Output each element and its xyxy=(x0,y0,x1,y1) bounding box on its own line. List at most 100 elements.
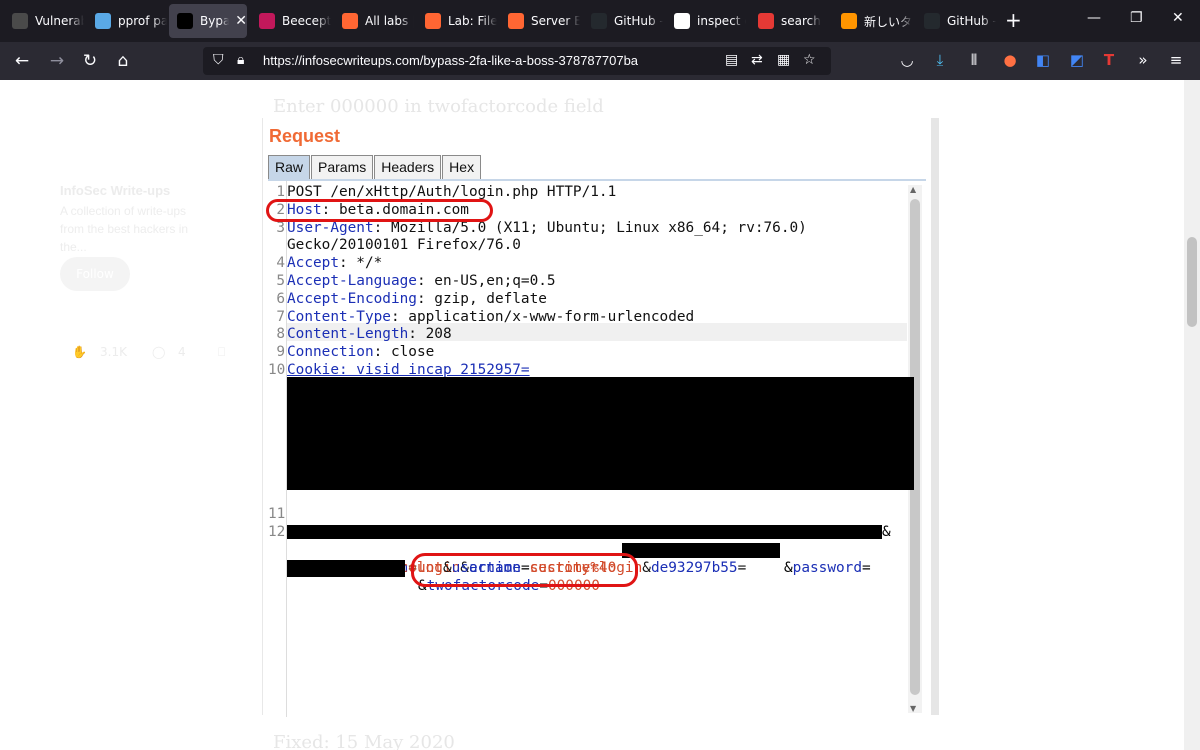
reader-view-icon[interactable]: ▤ xyxy=(725,52,738,68)
line-number: 7 xyxy=(276,308,285,325)
tab-favicon-icon xyxy=(508,13,524,29)
request-body-line: redirect=myaccount&username=secrity%40 xyxy=(268,541,616,576)
header-value: : 208 xyxy=(408,326,452,343)
browser-tab[interactable]: Beecept xyxy=(251,4,331,38)
minimize-icon[interactable]: — xyxy=(1087,10,1101,26)
browser-tab[interactable]: search xyxy=(750,4,830,38)
home-icon[interactable]: ⌂ xyxy=(112,51,134,71)
restore-icon[interactable]: ❐ xyxy=(1130,10,1143,26)
tab-favicon-icon xyxy=(924,13,940,29)
line-content: Gecko/20100101 Firefox/76.0 xyxy=(287,236,521,254)
header-value: : visid_incap_2152957= xyxy=(338,362,530,378)
page-scrollbar[interactable] xyxy=(1184,80,1200,750)
browser-tab[interactable]: Lab: File xyxy=(417,4,497,38)
qr-code-icon[interactable]: ▦ xyxy=(777,52,790,68)
request-tab[interactable]: Headers xyxy=(374,155,442,179)
page-scrollbar-thumb[interactable] xyxy=(1187,237,1197,327)
extensions-icon[interactable]: » xyxy=(1133,51,1153,69)
request-heading: Request xyxy=(269,126,341,146)
redacted-cookie-block xyxy=(287,377,914,490)
clap-icon[interactable]: ✋ xyxy=(72,345,87,359)
url-text[interactable]: https://infosecwriteups.com/bypass-2fa-l… xyxy=(263,53,638,68)
redacted-value xyxy=(287,525,882,539)
follow-button[interactable]: Follow xyxy=(60,257,130,291)
extension-translate-icon[interactable]: ◧ xyxy=(1033,51,1053,69)
param-key: password xyxy=(792,560,862,576)
downloads-icon[interactable]: ⤓ xyxy=(930,51,950,69)
request-line: 11 xyxy=(268,487,337,522)
tab-title: Beecept xyxy=(282,14,331,28)
extension-t-icon[interactable]: T xyxy=(1099,51,1119,69)
header-value: : close xyxy=(373,344,435,361)
line-content: Accept: */* xyxy=(287,254,382,272)
publication-name[interactable]: InfoSec Write-ups xyxy=(60,183,170,198)
browser-tab[interactable]: Vulnerab xyxy=(4,4,84,38)
browser-tab[interactable]: Server Er xyxy=(500,4,580,38)
tab-title: All labs | xyxy=(365,14,414,28)
menu-icon[interactable]: ≡ xyxy=(1166,51,1186,69)
param-key: de93297b55 xyxy=(650,560,738,576)
translate-icon[interactable]: ⇄ xyxy=(751,52,763,68)
publication-description: A collection of write-ups from the best … xyxy=(60,204,189,254)
new-tab-button[interactable]: + xyxy=(1005,9,1022,31)
extension-text-icon[interactable]: ◩ xyxy=(1067,51,1087,69)
tab-favicon-icon xyxy=(758,13,774,29)
back-icon[interactable]: ← xyxy=(11,51,33,71)
close-tab-icon[interactable]: ✕ xyxy=(235,13,247,29)
line-content: Connection: close xyxy=(287,343,434,361)
line-number: 8 xyxy=(276,326,285,343)
line-number: 9 xyxy=(276,344,285,361)
close-window-icon[interactable]: ✕ xyxy=(1172,10,1184,26)
url-bar[interactable]: ⛉ 🔒︎ https://infosecwriteups.com/bypass-… xyxy=(203,47,831,75)
tab-title: Vulnerab xyxy=(35,14,84,28)
header-name: Cookie xyxy=(287,362,339,378)
screenshot-edge xyxy=(931,118,939,715)
line-number: 5 xyxy=(276,273,285,289)
line-number: 12 xyxy=(268,524,286,540)
request-tab[interactable]: Raw xyxy=(268,155,311,179)
lock-icon[interactable]: 🔒︎ xyxy=(237,52,244,68)
tab-favicon-icon xyxy=(177,13,193,29)
browser-tab[interactable]: pprof pa xyxy=(87,4,167,38)
header-value: : application/x-www-form-urlencoded xyxy=(390,308,695,325)
tab-favicon-icon xyxy=(674,13,690,29)
extension-fox-icon[interactable]: ● xyxy=(1000,51,1020,69)
bookmark-star-icon[interactable]: ☆ xyxy=(803,52,816,68)
library-icon[interactable]: ⫴ xyxy=(964,51,984,69)
scroll-down-icon[interactable]: ▼ xyxy=(910,704,916,713)
pocket-icon[interactable]: ◡ xyxy=(897,51,917,69)
request-tab[interactable]: Hex xyxy=(442,155,482,179)
browser-tab[interactable]: All labs | xyxy=(334,4,414,38)
header-name: Content-Length xyxy=(287,326,409,343)
line-content: Accept-Language: en-US,en;q=0.5 xyxy=(287,272,556,290)
reload-icon[interactable]: ↻ xyxy=(79,51,101,71)
article-text-bottom: Fixed: 15 May 2020 xyxy=(273,732,455,750)
browser-tab-bar: + — ❐ ✕ Vulnerab pprof pa Bypas ✕ Beecept All… xyxy=(0,0,1200,42)
request-tab[interactable]: Params xyxy=(311,155,374,179)
response-count: 4 xyxy=(178,345,186,359)
line-number: 10 xyxy=(268,362,286,378)
header-value: : gzip, deflate xyxy=(416,290,547,307)
response-icon[interactable]: ◯ xyxy=(152,345,165,359)
redacted-value xyxy=(622,543,780,558)
body-params-3: &password= xyxy=(784,560,871,576)
bookmark-icon[interactable]: ⎕ xyxy=(218,345,225,360)
browser-tab[interactable]: inspect e xyxy=(666,4,746,38)
scroll-up-icon[interactable]: ▲ xyxy=(910,185,916,194)
clap-count: 3.1K xyxy=(100,345,127,359)
forward-icon[interactable]: → xyxy=(46,51,68,71)
line-content: Accept-Encoding: gzip, deflate xyxy=(287,290,547,308)
browser-tab[interactable]: GitHub - xyxy=(583,4,663,38)
line-content: Content-Type: application/x-www-form-url… xyxy=(287,308,694,326)
tab-favicon-icon xyxy=(591,13,607,29)
tab-favicon-icon xyxy=(342,13,358,29)
header-name: Content-Type xyxy=(287,308,391,325)
tracking-shield-icon[interactable]: ⛉ xyxy=(213,52,224,68)
tab-title: 新しいタブ xyxy=(864,14,913,29)
browser-tab[interactable]: Bypas ✕ xyxy=(169,4,247,38)
browser-tab[interactable]: GitHub - xyxy=(916,4,996,38)
tab-favicon-icon xyxy=(841,13,857,29)
browser-tab[interactable]: 新しいタブ xyxy=(833,4,913,38)
raw-request-editor: ▲ ▼ 1 POST /en/xHttp/Auth/login.php HTTP/… xyxy=(266,179,926,717)
request-view-tabs: Raw Params Headers Hex xyxy=(268,155,482,179)
